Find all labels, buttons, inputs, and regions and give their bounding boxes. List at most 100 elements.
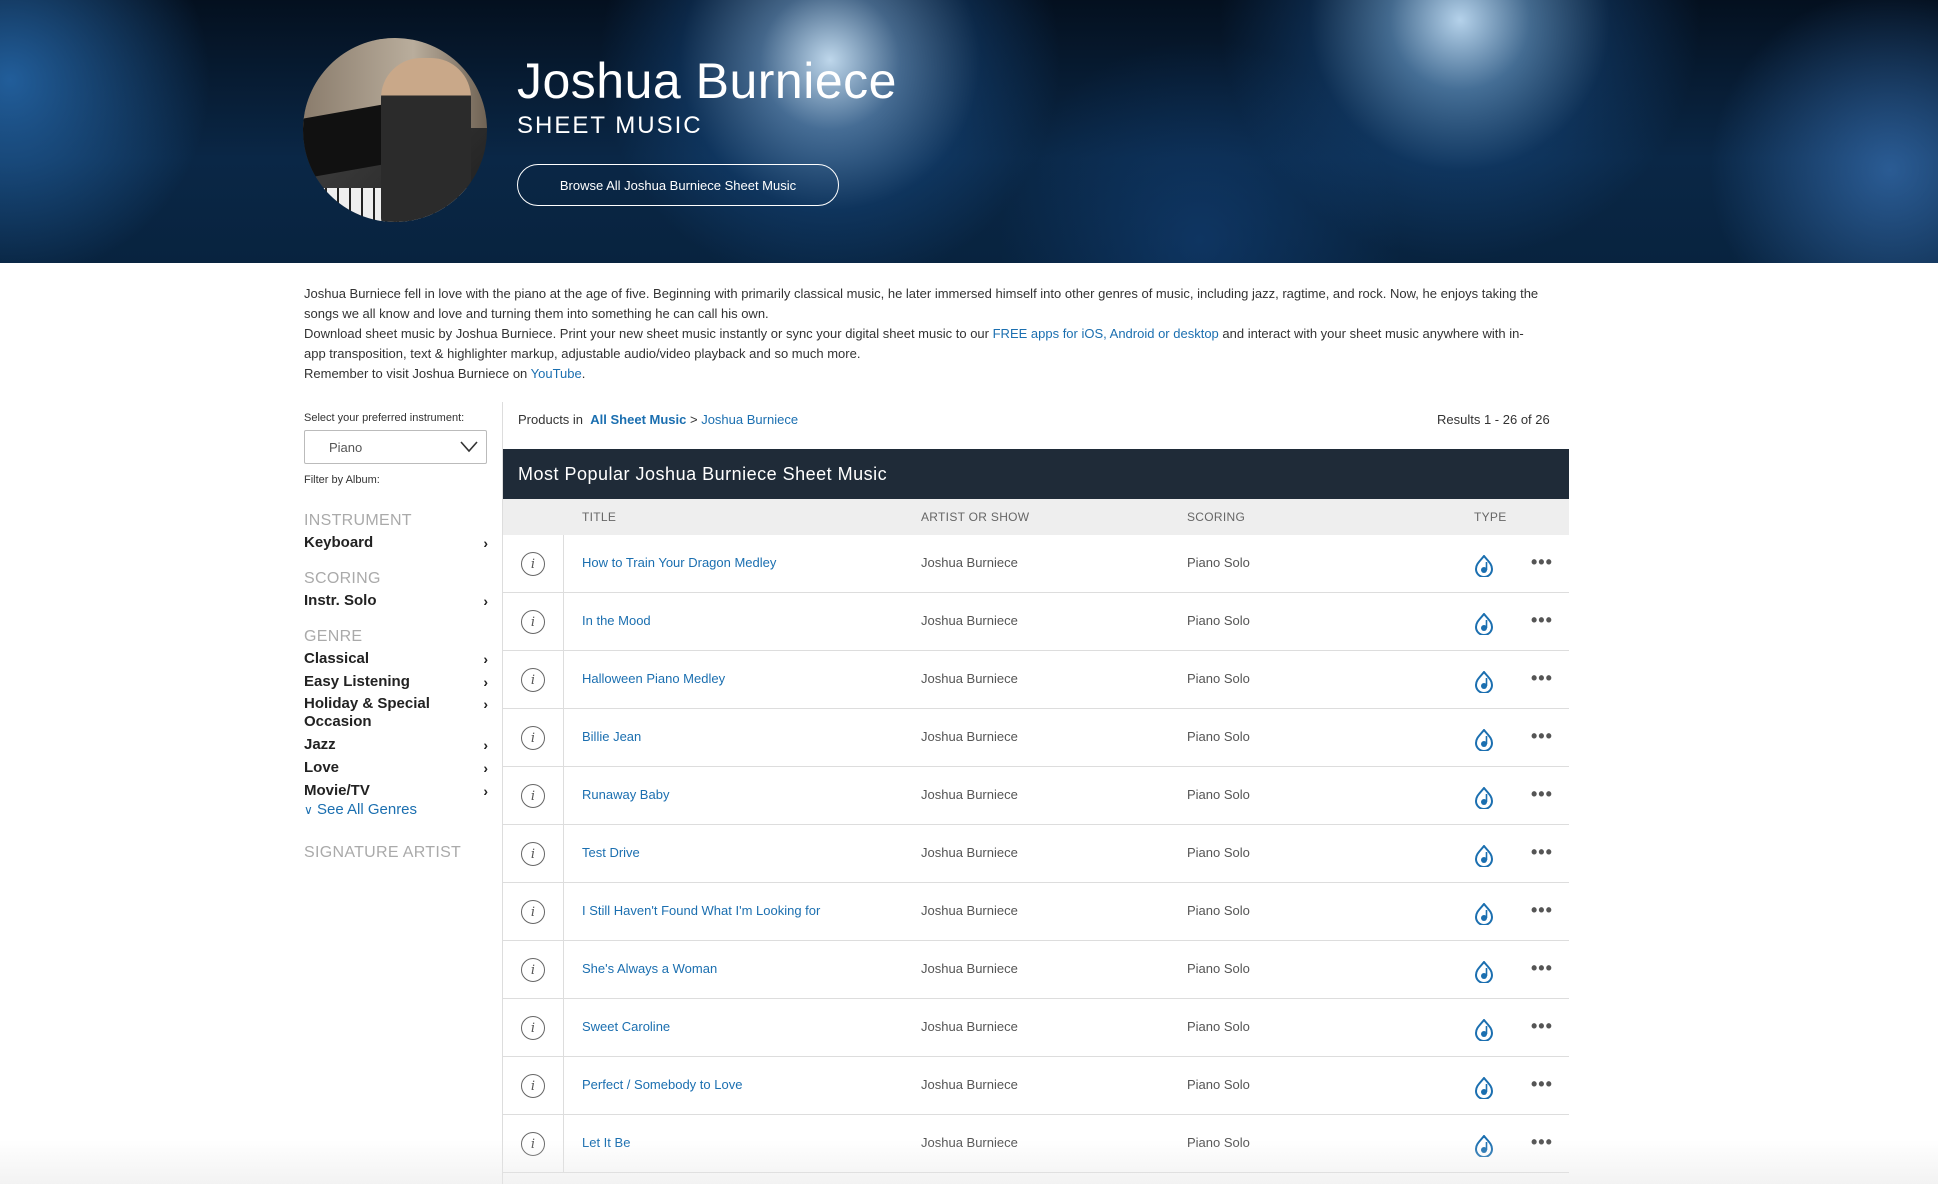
chevron-right-icon: › <box>483 651 488 667</box>
column-scoring[interactable]: SCORING <box>1187 510 1245 524</box>
more-dots-icon[interactable]: ••• <box>1531 1074 1553 1095</box>
facet-item-love[interactable]: Love › <box>304 759 488 777</box>
more-dots-icon[interactable]: ••• <box>1531 552 1553 573</box>
info-circle-icon[interactable]: i <box>521 1074 545 1098</box>
digital-note-icon <box>1474 1018 1494 1042</box>
song-title-link[interactable]: She's Always a Woman <box>582 961 717 976</box>
digital-note-icon <box>1474 960 1494 984</box>
more-dots-icon[interactable]: ••• <box>1531 958 1553 979</box>
table-row: i Test Drive Joshua Burniece Piano Solo ••• <box>503 825 1569 883</box>
info-cell: i <box>503 1057 564 1115</box>
artist-cell: Joshua Burniece <box>921 555 1018 570</box>
song-title-link[interactable]: Halloween Piano Medley <box>582 671 725 686</box>
results-count: Results 1 - 26 of 26 <box>1437 412 1550 427</box>
table-row: i In the Mood Joshua Burniece Piano Solo ••• <box>503 593 1569 651</box>
scoring-cell: Piano Solo <box>1187 613 1250 628</box>
song-title-link[interactable]: Runaway Baby <box>582 787 669 802</box>
scoring-cell: Piano Solo <box>1187 845 1250 860</box>
info-cell: i <box>503 941 564 999</box>
info-circle-icon[interactable]: i <box>521 610 545 634</box>
facet-item-jazz[interactable]: Jazz › <box>304 736 488 754</box>
filter-by-album-label: Filter by Album: <box>304 474 380 486</box>
free-apps-link[interactable]: FREE apps for iOS, Android or desktop <box>993 326 1219 341</box>
facet-item-easy-listening[interactable]: Easy Listening › <box>304 673 488 691</box>
chevron-down-icon <box>460 441 478 453</box>
artist-cell: Joshua Burniece <box>921 845 1018 860</box>
scoring-cell: Piano Solo <box>1187 787 1250 802</box>
song-title-link[interactable]: Sweet Caroline <box>582 1019 670 1034</box>
chevron-right-icon: › <box>483 737 488 753</box>
digital-note-icon <box>1474 844 1494 868</box>
song-title-link[interactable]: Let It Be <box>582 1135 630 1150</box>
table-title: Most Popular Joshua Burniece Sheet Music <box>503 449 1569 499</box>
instrument-select[interactable]: Piano <box>304 430 487 464</box>
chevron-right-icon: › <box>483 783 488 799</box>
info-cell: i <box>503 883 564 941</box>
chevron-right-icon: › <box>483 535 488 551</box>
song-title-link[interactable]: Test Drive <box>582 845 640 860</box>
info-circle-icon[interactable]: i <box>521 668 545 692</box>
chevron-right-icon: › <box>483 674 488 690</box>
breadcrumb-all-sheet-music[interactable]: All Sheet Music <box>590 412 686 427</box>
info-cell: i <box>503 1115 564 1173</box>
breadcrumb-artist[interactable]: Joshua Burniece <box>701 412 798 427</box>
song-title-link[interactable]: How to Train Your Dragon Medley <box>582 555 776 570</box>
facet-item-holiday[interactable]: Holiday & Special Occasion › <box>304 695 488 731</box>
song-title-link[interactable]: Perfect / Somebody to Love <box>582 1077 742 1092</box>
info-circle-icon[interactable]: i <box>521 900 545 924</box>
column-artist[interactable]: ARTIST OR SHOW <box>921 510 1029 524</box>
info-circle-icon[interactable]: i <box>521 1132 545 1156</box>
info-cell: i <box>503 651 564 709</box>
table-column-headers: TITLE ARTIST OR SHOW SCORING TYPE <box>503 499 1569 535</box>
more-dots-icon[interactable]: ••• <box>1531 610 1553 631</box>
table-row: i Halloween Piano Medley Joshua Burniece Pi… <box>503 651 1569 709</box>
table-row: i Billie Jean Joshua Burniece Piano Solo ••• <box>503 709 1569 767</box>
scoring-cell: Piano Solo <box>1187 961 1250 976</box>
facet-item-instr-solo[interactable]: Instr. Solo › <box>304 592 488 610</box>
digital-note-icon <box>1474 670 1494 694</box>
info-circle-icon[interactable]: i <box>521 552 545 576</box>
facet-item-classical[interactable]: Classical › <box>304 650 488 668</box>
table-row: i She's Always a Woman Joshua Burniece Pian… <box>503 941 1569 999</box>
artist-cell: Joshua Burniece <box>921 1077 1018 1092</box>
table-row: i Runaway Baby Joshua Burniece Piano Solo ••… <box>503 767 1569 825</box>
info-circle-icon[interactable]: i <box>521 842 545 866</box>
info-circle-icon[interactable]: i <box>521 726 545 750</box>
more-dots-icon[interactable]: ••• <box>1531 900 1553 921</box>
more-dots-icon[interactable]: ••• <box>1531 668 1553 689</box>
more-dots-icon[interactable]: ••• <box>1531 842 1553 863</box>
digital-note-icon <box>1474 728 1494 752</box>
artist-name: Joshua Burniece <box>517 53 897 109</box>
artist-cell: Joshua Burniece <box>921 613 1018 628</box>
info-circle-icon[interactable]: i <box>521 958 545 982</box>
song-title-link[interactable]: I Still Haven't Found What I'm Looking f… <box>582 903 820 918</box>
chevron-right-icon: › <box>483 593 488 609</box>
description-paragraph-2: Download sheet music by Joshua Burniece.… <box>304 326 1524 361</box>
facet-item-movie-tv[interactable]: Movie/TV › <box>304 782 488 800</box>
more-dots-icon[interactable]: ••• <box>1531 1132 1553 1153</box>
info-circle-icon[interactable]: i <box>521 784 545 808</box>
table-row: i I Still Haven't Found What I'm Looking … <box>503 883 1569 941</box>
song-title-link[interactable]: Billie Jean <box>582 729 641 744</box>
table-row: i Let It Be Joshua Burniece Piano Solo ••• <box>503 1115 1569 1173</box>
browse-all-button[interactable]: Browse All Joshua Burniece Sheet Music <box>517 164 839 206</box>
song-title-link[interactable]: In the Mood <box>582 613 651 628</box>
info-cell: i <box>503 999 564 1057</box>
instrument-facet-heading: INSTRUMENT <box>304 512 412 529</box>
description-paragraph-3: Remember to visit Joshua Burniece on You… <box>304 366 586 381</box>
digital-note-icon <box>1474 612 1494 636</box>
youtube-link[interactable]: YouTube <box>531 366 582 381</box>
info-circle-icon[interactable]: i <box>521 1016 545 1040</box>
digital-note-icon <box>1474 554 1494 578</box>
info-cell: i <box>503 709 564 767</box>
artist-cell: Joshua Burniece <box>921 787 1018 802</box>
more-dots-icon[interactable]: ••• <box>1531 726 1553 747</box>
more-dots-icon[interactable]: ••• <box>1531 1016 1553 1037</box>
artist-cell: Joshua Burniece <box>921 729 1018 744</box>
more-dots-icon[interactable]: ••• <box>1531 784 1553 805</box>
column-title[interactable]: TITLE <box>582 510 616 524</box>
digital-note-icon <box>1474 902 1494 926</box>
facet-item-keyboard[interactable]: Keyboard › <box>304 534 488 552</box>
see-all-genres-link[interactable]: ∨ See All Genres <box>304 801 488 818</box>
column-type[interactable]: TYPE <box>1474 510 1507 524</box>
